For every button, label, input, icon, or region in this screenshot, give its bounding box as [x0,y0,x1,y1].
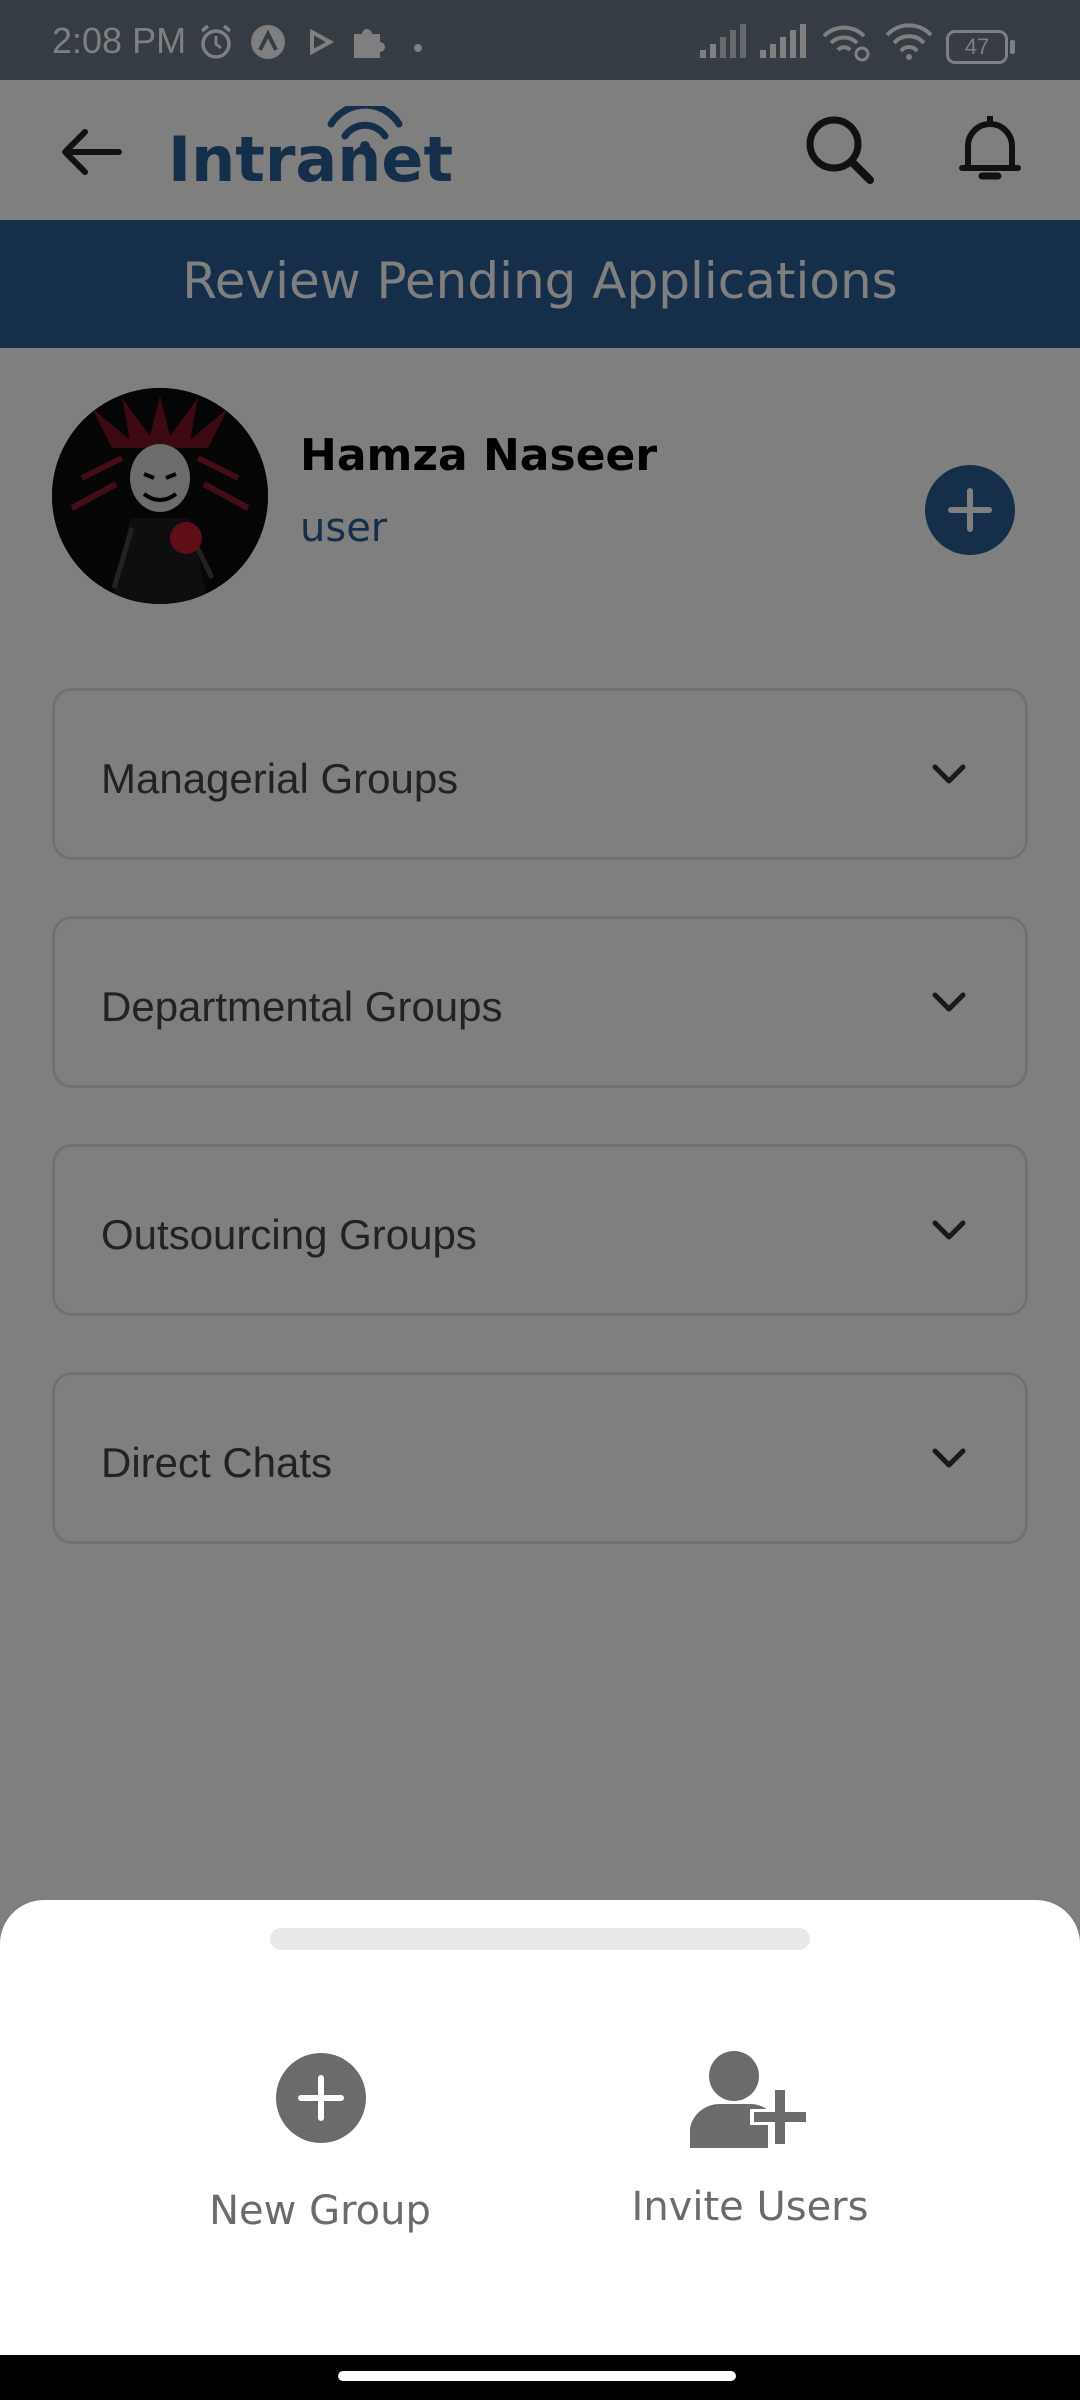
home-gesture-pill[interactable] [338,2371,736,2381]
invite-users-button[interactable]: Invite Users [600,2040,900,2240]
invite-users-label: Invite Users [631,2184,869,2230]
new-group-button[interactable]: New Group [180,2040,460,2240]
sheet-drag-handle[interactable] [270,1928,810,1950]
add-user-icon [690,2051,810,2148]
plus-circle-icon [276,2053,366,2143]
bottom-sheet [0,1900,1080,2355]
new-group-label: New Group [209,2188,431,2234]
